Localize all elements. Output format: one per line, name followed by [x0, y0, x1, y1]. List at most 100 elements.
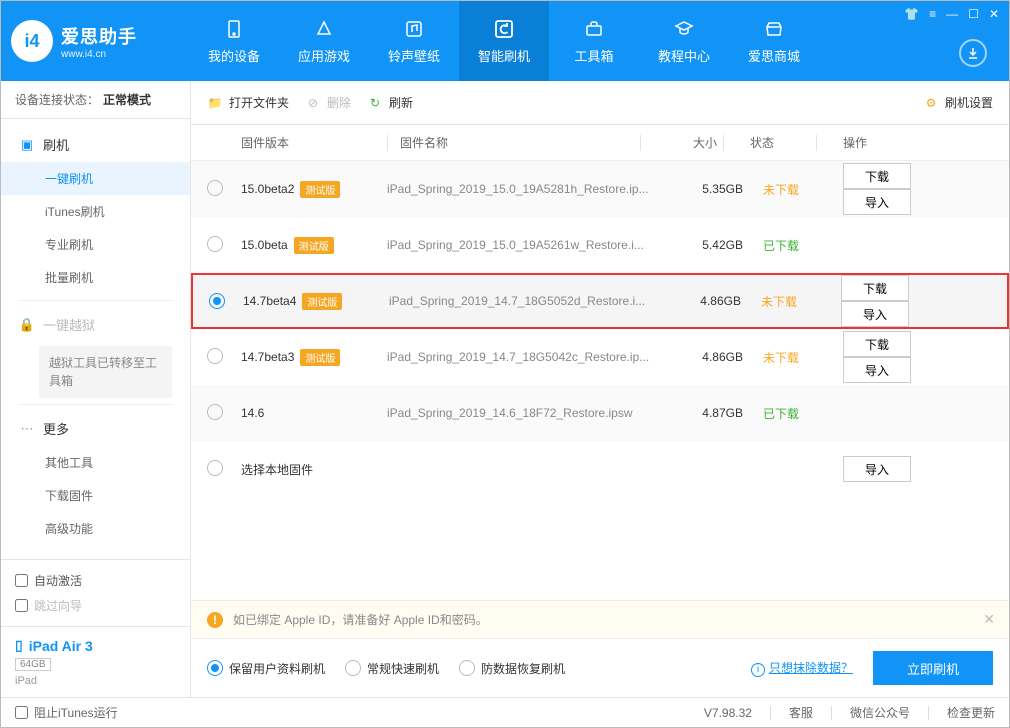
menu-icon[interactable]: ≡ — [929, 7, 936, 21]
download-button[interactable]: 下载 — [843, 331, 911, 357]
graduation-icon — [673, 18, 695, 40]
logo-icon: i4 — [11, 20, 53, 62]
firmware-name: iPad_Spring_2019_15.0_19A5261w_Restore.i… — [381, 238, 673, 252]
firmware-name: iPad_Spring_2019_14.7_18G5052d_Restore.i… — [383, 294, 671, 308]
import-button[interactable]: 导入 — [843, 456, 911, 482]
connection-status: 设备连接状态：正常模式 — [1, 81, 190, 119]
beta-tag: 测试版 — [300, 181, 340, 198]
nav-tutorial[interactable]: 教程中心 — [639, 1, 729, 81]
customer-service-link[interactable]: 客服 — [789, 704, 813, 721]
device-type: iPad — [15, 675, 176, 687]
download-button[interactable]: 下载 — [841, 275, 909, 301]
opt-fast-flash[interactable]: 常规快速刷机 — [345, 660, 439, 677]
firmware-version: 14.7beta3测试版 — [241, 349, 381, 366]
delete-button: ⊘删除 — [305, 94, 351, 111]
col-name: 固件名称 — [394, 134, 634, 151]
firmware-size: 4.86GB — [673, 350, 743, 364]
apple-id-alert: ! 如已绑定 Apple ID，请准备好 Apple ID和密码。 ✕ — [191, 600, 1009, 639]
firmware-row[interactable]: 14.7beta3测试版 iPad_Spring_2019_14.7_18G50… — [191, 329, 1009, 385]
check-update-link[interactable]: 检查更新 — [947, 704, 995, 721]
firmware-version: 15.0beta2测试版 — [241, 181, 381, 198]
download-manager-icon[interactable] — [959, 39, 987, 67]
firmware-size: 4.86GB — [671, 294, 741, 308]
block-itunes-checkbox[interactable]: 阻止iTunes运行 — [15, 704, 118, 721]
sidebar-cat-jailbreak: 🔒一键越狱 — [1, 307, 190, 342]
more-icon: ⋯ — [19, 421, 35, 437]
firmware-status: 已下载 — [743, 405, 823, 422]
sidebar-item-batch-flash[interactable]: 批量刷机 — [1, 261, 190, 294]
flash-settings-button[interactable]: ⚙刷机设置 — [923, 94, 993, 111]
refresh-button[interactable]: ↻刷新 — [367, 94, 413, 111]
nav-flash[interactable]: 智能刷机 — [459, 1, 549, 81]
folder-icon: 📁 — [207, 95, 223, 111]
tshirt-icon[interactable]: 👕 — [904, 7, 919, 21]
sidebar-item-advanced[interactable]: 高级功能 — [1, 512, 190, 545]
toolbox-icon — [583, 18, 605, 40]
nav-apps-games[interactable]: 应用游戏 — [279, 1, 369, 81]
row-radio[interactable] — [207, 460, 223, 476]
table-header: 固件版本 固件名称 大小 状态 操作 — [191, 125, 1009, 161]
col-status: 状态 — [730, 134, 810, 151]
col-version: 固件版本 — [241, 134, 381, 151]
skip-guide-checkbox[interactable]: 跳过向导 — [15, 593, 176, 618]
gear-icon: ⚙ — [923, 95, 939, 111]
minimize-icon[interactable]: — — [946, 7, 958, 21]
device-icon: ▯ — [15, 637, 23, 654]
local-firmware-row[interactable]: 选择本地固件 导入 — [191, 441, 1009, 497]
reload-icon: ↻ — [367, 95, 383, 111]
device-panel: ▯iPad Air 3 64GB iPad — [1, 626, 190, 697]
firmware-name: iPad_Spring_2019_14.7_18G5042c_Restore.i… — [381, 350, 673, 364]
nav-my-device[interactable]: 我的设备 — [189, 1, 279, 81]
nav-store[interactable]: 爱思商城 — [729, 1, 819, 81]
opt-keep-data[interactable]: 保留用户资料刷机 — [207, 660, 325, 677]
firmware-name: iPad_Spring_2019_14.6_18F72_Restore.ipsw — [381, 406, 673, 420]
device-name[interactable]: ▯iPad Air 3 — [15, 637, 176, 654]
footer: 阻止iTunes运行 V7.98.32 客服 微信公众号 检查更新 — [1, 697, 1009, 727]
open-folder-button[interactable]: 📁打开文件夹 — [207, 94, 289, 111]
row-radio[interactable] — [207, 348, 223, 364]
beta-tag: 测试版 — [302, 293, 342, 310]
sidebar-item-pro-flash[interactable]: 专业刷机 — [1, 228, 190, 261]
sidebar-item-other-tools[interactable]: 其他工具 — [1, 446, 190, 479]
sidebar-cat-more[interactable]: ⋯更多 — [1, 411, 190, 446]
flash-now-button[interactable]: 立即刷机 — [873, 651, 993, 685]
download-button[interactable]: 下载 — [843, 163, 911, 189]
maximize-icon[interactable]: ☐ — [968, 7, 979, 21]
main-panel: 📁打开文件夹 ⊘删除 ↻刷新 ⚙刷机设置 固件版本 固件名称 大小 状态 操作 … — [191, 81, 1009, 697]
firmware-table: 15.0beta2测试版 iPad_Spring_2019_15.0_19A52… — [191, 161, 1009, 600]
row-radio[interactable] — [207, 180, 223, 196]
opt-anti-recovery[interactable]: 防数据恢复刷机 — [459, 660, 565, 677]
firmware-row[interactable]: 15.0beta2测试版 iPad_Spring_2019_15.0_19A52… — [191, 161, 1009, 217]
firmware-row[interactable]: 14.7beta4测试版 iPad_Spring_2019_14.7_18G50… — [191, 273, 1009, 329]
info-icon: i — [751, 663, 765, 677]
row-radio[interactable] — [207, 404, 223, 420]
firmware-status: 未下载 — [743, 181, 823, 198]
firmware-row[interactable]: 15.0beta测试版 iPad_Spring_2019_15.0_19A526… — [191, 217, 1009, 273]
close-icon[interactable]: ✕ — [989, 7, 999, 21]
sidebar-item-itunes-flash[interactable]: iTunes刷机 — [1, 195, 190, 228]
firmware-row[interactable]: 14.6 iPad_Spring_2019_14.6_18F72_Restore… — [191, 385, 1009, 441]
import-button[interactable]: 导入 — [843, 189, 911, 215]
col-ops: 操作 — [823, 134, 993, 151]
app-title: 爱思助手 — [61, 23, 137, 49]
nav-ringtone[interactable]: 铃声壁纸 — [369, 1, 459, 81]
erase-data-link[interactable]: i只想抹除数据？ — [751, 659, 853, 677]
firmware-status: 未下载 — [741, 293, 821, 310]
row-radio[interactable] — [207, 236, 223, 252]
nav-toolbox[interactable]: 工具箱 — [549, 1, 639, 81]
flash-icon: ▣ — [19, 137, 35, 153]
sidebar-cat-flash[interactable]: ▣刷机 — [1, 127, 190, 162]
app-version: V7.98.32 — [704, 706, 752, 720]
sidebar-item-onekey-flash[interactable]: 一键刷机 — [1, 162, 190, 195]
row-radio[interactable] — [209, 293, 225, 309]
wechat-link[interactable]: 微信公众号 — [850, 704, 910, 721]
sidebar-item-download-fw[interactable]: 下载固件 — [1, 479, 190, 512]
import-button[interactable]: 导入 — [843, 357, 911, 383]
auto-activate-checkbox[interactable]: 自动激活 — [15, 568, 176, 593]
firmware-ops: 下载导入 — [823, 331, 993, 383]
warning-icon: ! — [207, 612, 223, 628]
alert-text: 如已绑定 Apple ID，请准备好 Apple ID和密码。 — [233, 611, 488, 628]
import-button[interactable]: 导入 — [841, 301, 909, 327]
firmware-name: iPad_Spring_2019_15.0_19A5281h_Restore.i… — [381, 182, 673, 196]
alert-close-icon[interactable]: ✕ — [983, 611, 995, 628]
